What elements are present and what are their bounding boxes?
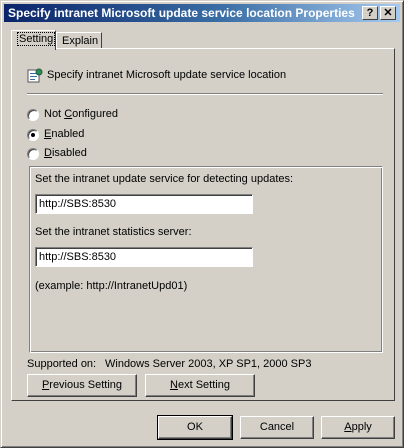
radio-disabled-label[interactable]: Disabled bbox=[44, 147, 87, 159]
tab-explain-label: Explain bbox=[62, 35, 99, 47]
cancel-button[interactable]: Cancel bbox=[240, 416, 314, 439]
example-hint: (example: http://IntranetUpd01) bbox=[35, 280, 188, 292]
radio-disabled[interactable] bbox=[27, 148, 39, 160]
radio-enabled[interactable] bbox=[27, 129, 39, 141]
policy-name: Specify intranet Microsoft update servic… bbox=[47, 69, 287, 81]
statistics-server-label: Set the intranet statistics server: bbox=[35, 226, 192, 238]
close-button[interactable]: ✕ bbox=[380, 6, 396, 20]
properties-dialog: Specify intranet Microsoft update servic… bbox=[0, 0, 404, 448]
supported-on-value: Windows Server 2003, XP SP1, 2000 SP3 bbox=[105, 358, 312, 370]
supported-on-label: Supported on: bbox=[27, 358, 97, 370]
divider bbox=[27, 93, 383, 95]
next-setting-button[interactable]: Next Setting bbox=[145, 374, 255, 397]
tab-setting[interactable]: Setting bbox=[11, 30, 56, 50]
close-icon: ✕ bbox=[383, 7, 393, 19]
window-title: Specify intranet Microsoft update servic… bbox=[8, 6, 355, 20]
tab-setting-label: Setting bbox=[17, 32, 56, 46]
help-icon: ? bbox=[366, 7, 374, 19]
ok-button[interactable]: OK bbox=[157, 415, 233, 440]
options-group: Set the intranet update service for dete… bbox=[29, 166, 383, 353]
policy-setting-icon bbox=[27, 68, 43, 83]
statistics-server-input[interactable] bbox=[35, 247, 253, 267]
setting-tab-panel: Specify intranet Microsoft update servic… bbox=[11, 48, 395, 401]
radio-not-configured-label[interactable]: Not Configured bbox=[44, 108, 118, 120]
previous-setting-button[interactable]: Previous Setting bbox=[27, 374, 137, 397]
tab-explain[interactable]: Explain bbox=[56, 32, 102, 49]
update-service-input[interactable] bbox=[35, 194, 253, 214]
apply-button[interactable]: Apply bbox=[321, 416, 395, 439]
title-bar[interactable]: Specify intranet Microsoft update servic… bbox=[4, 4, 400, 22]
update-service-label: Set the intranet update service for dete… bbox=[35, 173, 294, 185]
radio-selected-dot bbox=[31, 133, 35, 137]
radio-not-configured[interactable] bbox=[27, 109, 39, 121]
help-button[interactable]: ? bbox=[362, 6, 378, 20]
radio-enabled-label[interactable]: Enabled bbox=[44, 128, 84, 140]
